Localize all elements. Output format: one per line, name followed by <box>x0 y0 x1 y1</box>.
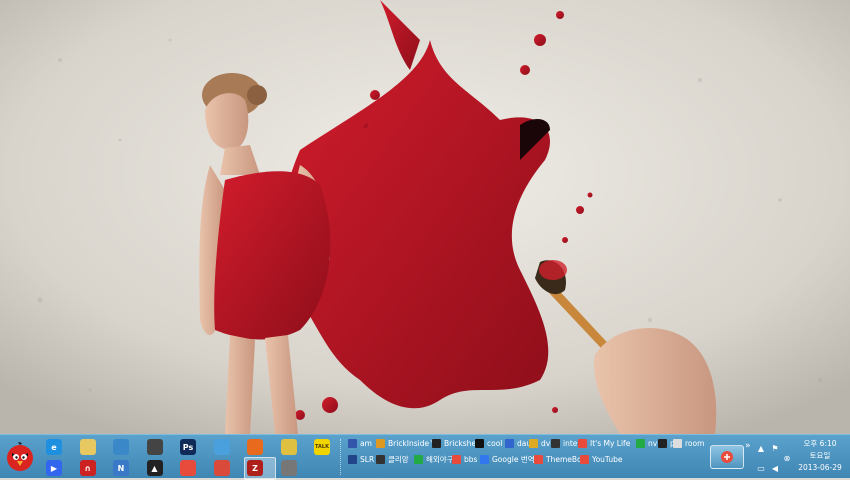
link-links_row1-1[interactable]: BrickInside™ <box>376 436 437 450</box>
cleaner-app-icon[interactable] <box>213 460 230 476</box>
link-favicon-icon <box>636 438 645 448</box>
tray-app-icon <box>721 451 733 463</box>
link-links_row2-2[interactable]: 해외야구 <box>414 452 454 466</box>
link-favicon-icon <box>414 454 423 464</box>
link-links_row1-5[interactable]: dv <box>529 436 550 450</box>
link-links_row2-5[interactable]: ThemeBox <box>534 452 586 466</box>
nitro-app-icon[interactable]: N <box>113 460 129 476</box>
link-favicon-icon <box>673 438 682 448</box>
system-clock[interactable]: 오후 6:10 토요일 2013-06-29 <box>792 438 848 476</box>
link-links_row1-3[interactable]: cool <box>475 436 502 450</box>
links-toolbar: am BrickInside™ Brickshelf cool dau dv inte It'… <box>348 435 708 479</box>
link-label: BrickInside™ <box>388 438 437 448</box>
link-favicon-icon <box>376 454 385 464</box>
photo-app-icon[interactable] <box>146 439 163 455</box>
chrome-icon[interactable] <box>180 460 196 476</box>
windows-app-icon[interactable] <box>213 439 230 455</box>
firefox-icon[interactable] <box>247 439 263 455</box>
link-label: It's My Life <box>590 438 631 448</box>
filezilla-icon[interactable]: Z <box>247 460 263 476</box>
ftp-app-icon[interactable] <box>280 439 297 455</box>
network-icon[interactable]: ▲ <box>756 443 766 453</box>
daum-player-icon[interactable]: ▶ <box>46 460 62 476</box>
link-links_row2-4[interactable]: Google 번역 <box>480 452 535 466</box>
close-circle-icon[interactable]: ⊗ <box>782 453 792 463</box>
link-links_row1-8[interactable]: nv <box>636 436 657 450</box>
desktop-wallpaper <box>0 0 850 434</box>
usb-drive-icon[interactable] <box>280 460 297 476</box>
overflow-chevron-icon[interactable]: » <box>745 441 751 451</box>
link-favicon-icon <box>529 438 538 448</box>
link-label: YouTube <box>592 454 623 464</box>
clock-weekday: 토요일 <box>809 451 831 460</box>
toolbar-grip[interactable] <box>340 439 345 475</box>
link-label: am <box>360 438 372 448</box>
link-favicon-icon <box>348 454 357 464</box>
angry-bird-icon <box>7 442 33 471</box>
link-label: dv <box>541 438 551 448</box>
link-favicon-icon <box>658 438 667 448</box>
link-links_row2-1[interactable]: 클리앙 <box>376 452 409 466</box>
link-favicon-icon <box>475 438 484 448</box>
tray-app-button[interactable] <box>710 445 744 469</box>
quick-launch-toolbar: e Ps TALK ▶ ∩ N ▲ Z <box>40 436 336 480</box>
folder-icon[interactable] <box>79 439 96 455</box>
link-label: bbs <box>464 454 478 464</box>
link-links_row2-0[interactable]: SLR <box>348 452 374 466</box>
link-label: SLR <box>360 454 375 464</box>
link-links_row1-10[interactable]: room <box>673 436 704 450</box>
link-favicon-icon <box>551 438 560 448</box>
link-links_row1-7[interactable]: It's My Life <box>578 436 630 450</box>
photoshop-icon[interactable]: Ps <box>180 439 196 455</box>
link-favicon-icon <box>505 438 514 448</box>
monitor-icon[interactable]: ▭ <box>756 463 766 473</box>
link-links_row1-4[interactable]: dau <box>505 436 531 450</box>
link-favicon-icon <box>534 454 543 464</box>
taskbar: e Ps TALK ▶ ∩ N ▲ Z am BrickInside™ Brickshelf coo… <box>0 434 850 480</box>
link-links_row1-0[interactable]: am <box>348 436 372 450</box>
ie-icon[interactable]: e <box>46 439 62 455</box>
link-label: 해외야구 <box>426 454 454 464</box>
app-icon-1[interactable] <box>113 439 129 455</box>
clock-date: 2013-06-29 <box>798 463 842 472</box>
link-links_row2-6[interactable]: YouTube <box>580 452 623 466</box>
link-favicon-icon <box>578 438 587 448</box>
link-favicon-icon <box>432 438 441 448</box>
link-links_row1-6[interactable]: inte <box>551 436 577 450</box>
start-button[interactable] <box>2 437 38 477</box>
flag-icon[interactable]: ⚑ <box>770 443 780 453</box>
clock-time: 오후 6:10 <box>803 439 837 448</box>
link-favicon-icon <box>580 454 589 464</box>
kakaotalk-icon[interactable]: TALK <box>314 439 330 455</box>
link-label: 클리앙 <box>388 454 409 464</box>
triangle-app-icon[interactable]: ▲ <box>146 460 163 476</box>
link-links_row1-2[interactable]: Brickshelf <box>432 436 481 450</box>
link-favicon-icon <box>348 438 357 448</box>
system-tray: ▲ ⚑ ⊗ ▭ ◀ <box>754 437 794 477</box>
link-label: Google 번역 <box>492 454 535 464</box>
link-label: nv <box>648 438 658 448</box>
link-favicon-icon <box>480 454 489 464</box>
link-label: cool <box>487 438 503 448</box>
link-favicon-icon <box>376 438 385 448</box>
link-links_row2-3[interactable]: bbs <box>452 452 477 466</box>
link-favicon-icon <box>452 454 461 464</box>
link-label: inte <box>563 438 578 448</box>
link-label: room <box>685 438 705 448</box>
speaker-icon[interactable]: ◀ <box>770 463 780 473</box>
horseshoe-app-icon[interactable]: ∩ <box>79 460 96 476</box>
